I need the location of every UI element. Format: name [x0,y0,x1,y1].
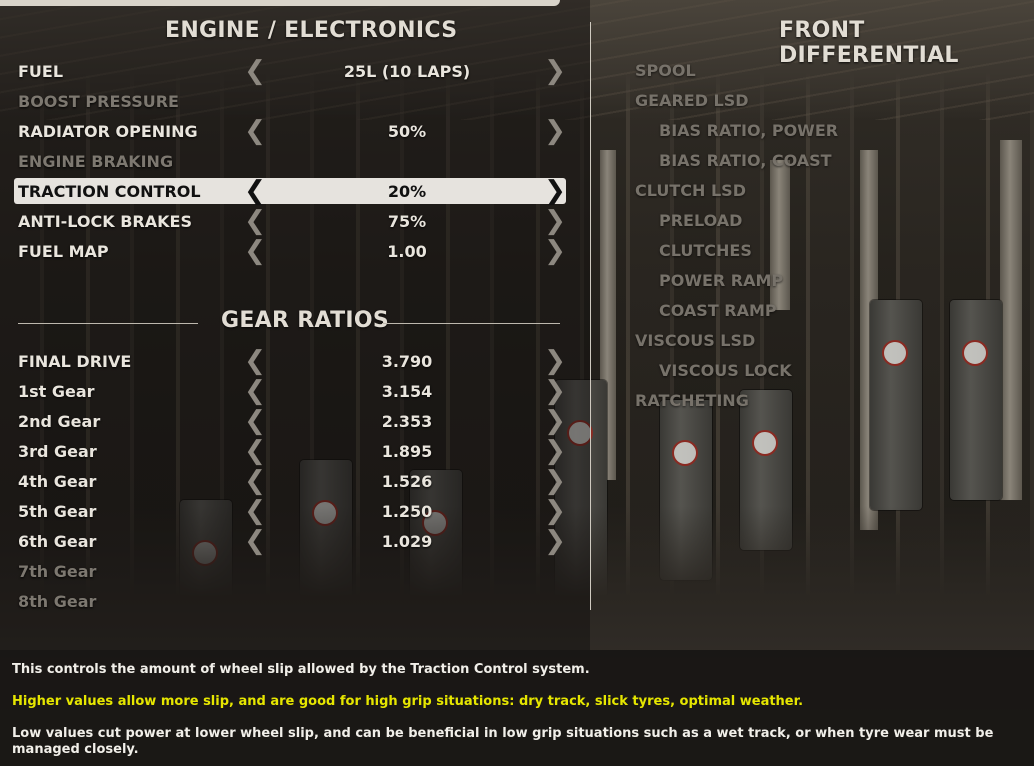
chevron-right-icon[interactable]: ❯ [544,378,566,404]
setting-value: 1.526 [381,471,433,491]
setting-row-3rd-gear[interactable]: 3rd Gear ❮ 1.895 ❯ [14,438,566,464]
chevron-left-icon[interactable]: ❮ [244,408,266,434]
setting-value: 75% [387,211,427,231]
setting-row-6th-gear[interactable]: 6th Gear ❮ 1.029 ❯ [14,528,566,554]
setting-label: 8th Gear [18,591,97,611]
setting-row-8th-gear[interactable]: 8th Gear [14,588,566,614]
setting-value: 50% [387,121,427,141]
chevron-right-icon[interactable]: ❯ [544,118,566,144]
setting-row-5th-gear[interactable]: 5th Gear ❮ 1.250 ❯ [14,498,566,524]
column-divider [590,22,591,610]
setting-label: 3rd Gear [18,441,97,461]
chevron-left-icon[interactable]: ❮ [244,498,266,524]
setting-value: 1.029 [381,531,433,551]
setting-row-fuel[interactable]: FUEL ❮ 25L (10 LAPS) ❯ [14,58,566,84]
setting-row-7th-gear[interactable]: 7th Gear [14,558,566,584]
setting-row-traction-control[interactable]: TRACTION CONTROL ❮ 20% ❯ [14,178,566,204]
setting-value: 1.250 [381,501,433,521]
setting-value: 1.895 [381,441,433,461]
setting-label: 6th Gear [18,531,97,551]
chevron-right-icon[interactable]: ❯ [544,178,566,204]
setting-row-anti-lock-brakes[interactable]: ANTI-LOCK BRAKES ❮ 75% ❯ [14,208,566,234]
chevron-left-icon[interactable]: ❮ [244,238,266,264]
setting-label: 7th Gear [18,561,97,581]
chevron-left-icon[interactable]: ❮ [244,528,266,554]
setting-label: 4th Gear [18,471,97,491]
chevron-right-icon[interactable]: ❯ [544,438,566,464]
setting-value: 20% [387,181,427,201]
chevron-left-icon[interactable]: ❮ [244,208,266,234]
background-pillar [1000,140,1022,500]
setting-label: TRACTION CONTROL [18,181,201,201]
background-fuel-pump [950,300,1002,500]
setting-value: 2.353 [381,411,433,431]
chevron-left-icon[interactable]: ❮ [244,438,266,464]
setting-row-fuel-map[interactable]: FUEL MAP ❮ 1.00 ❯ [14,238,566,264]
diff-option-geared-lsd[interactable]: GEARED LSD [635,91,749,110]
setting-label: FINAL DRIVE [18,351,132,371]
top-edge-bar [0,0,560,6]
chevron-left-icon[interactable]: ❮ [244,378,266,404]
setting-row-boost-pressure[interactable]: BOOST PRESSURE [14,88,566,114]
setting-label: 5th Gear [18,501,97,521]
background-fuel-pump [870,300,922,510]
chevron-left-icon[interactable]: ❮ [244,178,266,204]
chevron-right-icon[interactable]: ❯ [544,498,566,524]
gear-ratios-heading: GEAR RATIOS [221,308,390,333]
description-line-3: Low values cut power at lower wheel slip… [12,726,994,757]
diff-option-viscous-lock[interactable]: VISCOUS LOCK [659,361,792,380]
diff-option-ratcheting[interactable]: RATCHETING [635,391,749,410]
description-line-2: Higher values allow more slip, and are g… [12,694,804,709]
setting-value: 3.154 [381,381,433,401]
setting-label: ENGINE BRAKING [18,151,174,171]
chevron-right-icon[interactable]: ❯ [544,208,566,234]
gear-ratios-rule-left [18,323,198,324]
diff-option-bias-ratio-power[interactable]: BIAS RATIO, POWER [659,121,838,140]
setting-label: FUEL MAP [18,241,109,261]
chevron-left-icon[interactable]: ❮ [244,58,266,84]
chevron-right-icon[interactable]: ❯ [544,238,566,264]
description-line-1: This controls the amount of wheel slip a… [12,662,590,677]
setting-value: 3.790 [381,351,433,371]
front-differential-heading: FRONT DIFFERENTIAL [779,18,959,68]
chevron-left-icon[interactable]: ❮ [244,118,266,144]
diff-option-power-ramp[interactable]: POWER RAMP [659,271,783,290]
chevron-right-icon[interactable]: ❯ [544,348,566,374]
diff-option-clutches[interactable]: CLUTCHES [659,241,752,260]
diff-option-bias-ratio-coast[interactable]: BIAS RATIO, COAST [659,151,832,170]
setting-row-1st-gear[interactable]: 1st Gear ❮ 3.154 ❯ [14,378,566,404]
setting-value: 25L (10 LAPS) [343,61,471,81]
setting-row-radiator-opening[interactable]: RADIATOR OPENING ❮ 50% ❯ [14,118,566,144]
gear-ratios-rule-right [382,323,560,324]
diff-option-viscous-lsd[interactable]: VISCOUS LSD [635,331,755,350]
setting-label: ANTI-LOCK BRAKES [18,211,192,231]
diff-option-coast-ramp[interactable]: COAST RAMP [659,301,777,320]
diff-option-spool[interactable]: SPOOL [635,61,696,80]
chevron-right-icon[interactable]: ❯ [544,528,566,554]
setting-value: 1.00 [387,241,427,261]
setting-label: BOOST PRESSURE [18,91,179,111]
chevron-left-icon[interactable]: ❮ [244,468,266,494]
engine-electronics-heading: ENGINE / ELECTRONICS [165,18,458,43]
setting-label: FUEL [18,61,64,81]
diff-option-clutch-lsd[interactable]: CLUTCH LSD [635,181,746,200]
diff-option-preload[interactable]: PRELOAD [659,211,742,230]
setting-row-engine-braking[interactable]: ENGINE BRAKING [14,148,566,174]
setting-row-2nd-gear[interactable]: 2nd Gear ❮ 2.353 ❯ [14,408,566,434]
setting-row-final-drive[interactable]: FINAL DRIVE ❮ 3.790 ❯ [14,348,566,374]
setting-row-4th-gear[interactable]: 4th Gear ❮ 1.526 ❯ [14,468,566,494]
setting-label: 1st Gear [18,381,95,401]
chevron-right-icon[interactable]: ❯ [544,408,566,434]
setting-label: RADIATOR OPENING [18,121,198,141]
chevron-left-icon[interactable]: ❮ [244,348,266,374]
setting-label: 2nd Gear [18,411,101,431]
chevron-right-icon[interactable]: ❯ [544,468,566,494]
chevron-right-icon[interactable]: ❯ [544,58,566,84]
